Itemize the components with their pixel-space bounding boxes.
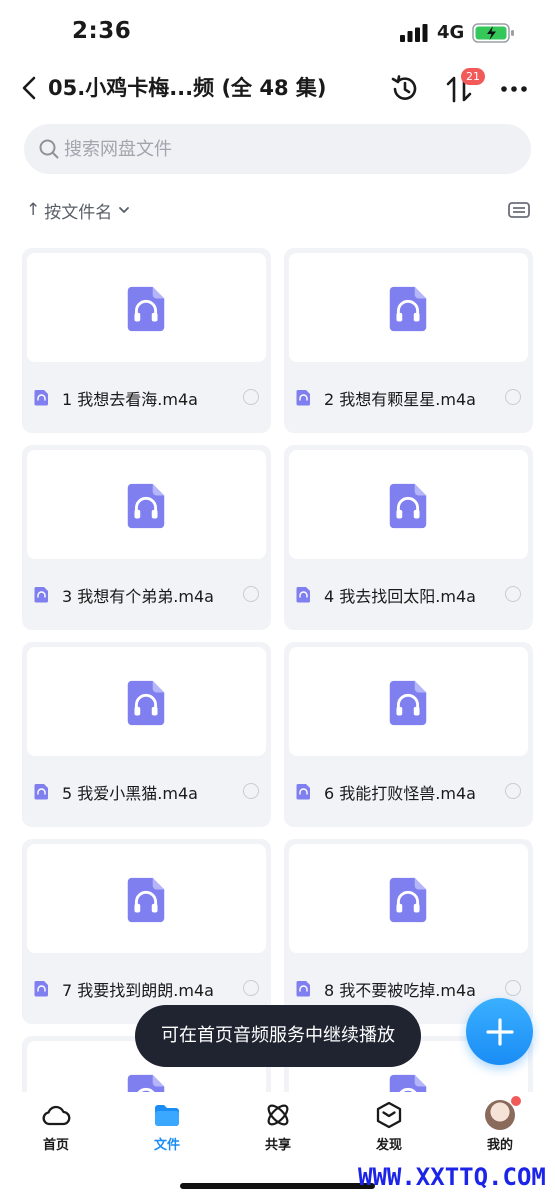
file-meta: 4 我去找回太阳.m4a [296, 583, 521, 606]
select-checkbox[interactable] [505, 980, 521, 996]
file-thumbnail [27, 253, 266, 362]
file-meta: 1 我想去看海.m4a [34, 386, 259, 409]
audio-file-icon [389, 877, 427, 923]
select-checkbox[interactable] [505, 389, 521, 405]
audio-file-icon [389, 680, 427, 726]
chevron-down-icon [119, 207, 130, 213]
audio-type-icon [296, 784, 310, 800]
history-button[interactable] [386, 70, 424, 108]
file-name: 8 我不要被吃掉.m4a [324, 981, 476, 1000]
select-checkbox[interactable] [243, 389, 259, 405]
file-meta: 7 我要找到朗朗.m4a [34, 977, 259, 1000]
more-dots-icon [501, 86, 527, 92]
signal-icon [400, 24, 428, 42]
file-thumbnail [289, 253, 528, 362]
file-thumbnail [289, 647, 528, 756]
home-indicator [180, 1183, 375, 1189]
network-label: 4G [437, 22, 465, 43]
audio-file-icon [127, 483, 165, 529]
audio-file-icon [389, 286, 427, 332]
sort-selector[interactable]: ↑ 按文件名 [26, 196, 130, 224]
nav-item-home[interactable]: 首页 [16, 1100, 96, 1160]
avatar [485, 1096, 521, 1130]
toast-message: 可在首页音频服务中继续播放 [135, 1005, 421, 1067]
file-meta: 6 我能打败怪兽.m4a [296, 780, 521, 803]
file-name: 1 我想去看海.m4a [62, 390, 198, 409]
audio-type-icon [296, 390, 310, 406]
nav-label: 我的 [486, 1138, 513, 1153]
file-name: 7 我要找到朗朗.m4a [62, 981, 214, 1000]
select-checkbox[interactable] [243, 980, 259, 996]
file-card[interactable]: 6 我能打败怪兽.m4a [284, 642, 533, 827]
folder-icon [155, 1105, 179, 1126]
file-card[interactable]: 2 我想有颗星星.m4a [284, 248, 533, 433]
audio-type-icon [34, 390, 48, 406]
search-icon [39, 139, 59, 159]
audio-file-icon [127, 286, 165, 332]
audio-type-icon [296, 981, 310, 997]
file-card[interactable]: 8 我不要被吃掉.m4a [284, 839, 533, 1024]
plus-icon [485, 1017, 514, 1046]
file-thumbnail [27, 647, 266, 756]
nav-item-files[interactable]: 文件 [127, 1100, 207, 1160]
file-thumbnail [27, 844, 266, 953]
audio-type-icon [34, 981, 48, 997]
file-name: 6 我能打败怪兽.m4a [324, 784, 476, 803]
status-bar: 2:36 4G [0, 0, 555, 66]
file-card[interactable]: 3 我想有个弟弟.m4a [22, 445, 271, 630]
file-name: 3 我想有个弟弟.m4a [62, 587, 214, 606]
back-button[interactable] [12, 70, 46, 106]
view-toggle-icon[interactable] [507, 199, 531, 221]
file-name: 2 我想有颗星星.m4a [324, 390, 476, 409]
file-thumbnail [289, 450, 528, 559]
audio-file-icon [389, 483, 427, 529]
file-card[interactable]: 1 我想去看海.m4a [22, 248, 271, 433]
history-icon [391, 75, 417, 100]
nav-label: 首页 [42, 1138, 69, 1153]
select-checkbox[interactable] [505, 586, 521, 602]
add-button[interactable] [466, 998, 533, 1065]
audio-type-icon [296, 587, 310, 603]
sort-arrow-up-icon: ↑ [26, 200, 41, 220]
sort-label: 按文件名 [44, 202, 113, 223]
notification-dot [511, 1096, 521, 1106]
page-title: 05.小鸡卡梅...频 (全 48 集) [48, 76, 327, 100]
header: 05.小鸡卡梅...频 (全 48 集) 21 [0, 66, 555, 110]
search-bar[interactable] [24, 124, 531, 174]
select-checkbox[interactable] [505, 783, 521, 799]
file-meta: 5 我爱小黑猫.m4a [34, 780, 259, 803]
battery-icon [472, 23, 514, 43]
file-meta: 8 我不要被吃掉.m4a [296, 977, 521, 1000]
file-meta: 3 我想有个弟弟.m4a [34, 583, 259, 606]
file-thumbnail [289, 844, 528, 953]
file-name: 5 我爱小黑猫.m4a [62, 784, 198, 803]
file-card[interactable]: 4 我去找回太阳.m4a [284, 445, 533, 630]
file-card[interactable]: 5 我爱小黑猫.m4a [22, 642, 271, 827]
select-checkbox[interactable] [243, 783, 259, 799]
status-time: 2:36 [72, 18, 132, 44]
file-meta: 2 我想有颗星星.m4a [296, 386, 521, 409]
select-checkbox[interactable] [243, 586, 259, 602]
audio-file-icon [127, 877, 165, 923]
share-atom-icon [267, 1104, 289, 1126]
file-name: 4 我去找回太阳.m4a [324, 587, 476, 606]
discover-cube-icon [376, 1101, 402, 1129]
nav-item-discover[interactable]: 发现 [349, 1100, 429, 1160]
audio-type-icon [34, 784, 48, 800]
nav-label: 共享 [264, 1138, 291, 1153]
nav-label: 发现 [375, 1138, 402, 1153]
chevron-left-icon [22, 76, 36, 100]
file-card[interactable]: 7 我要找到朗朗.m4a [22, 839, 271, 1024]
audio-type-icon [34, 587, 48, 603]
watermark-text: WWW.XXTTQ.COM [358, 1163, 546, 1191]
search-input[interactable] [64, 124, 514, 174]
nav-item-profile[interactable]: 我的 [460, 1096, 540, 1160]
audio-file-icon [127, 680, 165, 726]
nav-label: 文件 [153, 1138, 180, 1153]
cloud-home-icon [42, 1105, 71, 1126]
file-thumbnail [27, 450, 266, 559]
more-button[interactable] [494, 70, 534, 108]
transfer-count-badge: 21 [461, 68, 485, 85]
nav-item-share[interactable]: 共享 [238, 1100, 318, 1160]
